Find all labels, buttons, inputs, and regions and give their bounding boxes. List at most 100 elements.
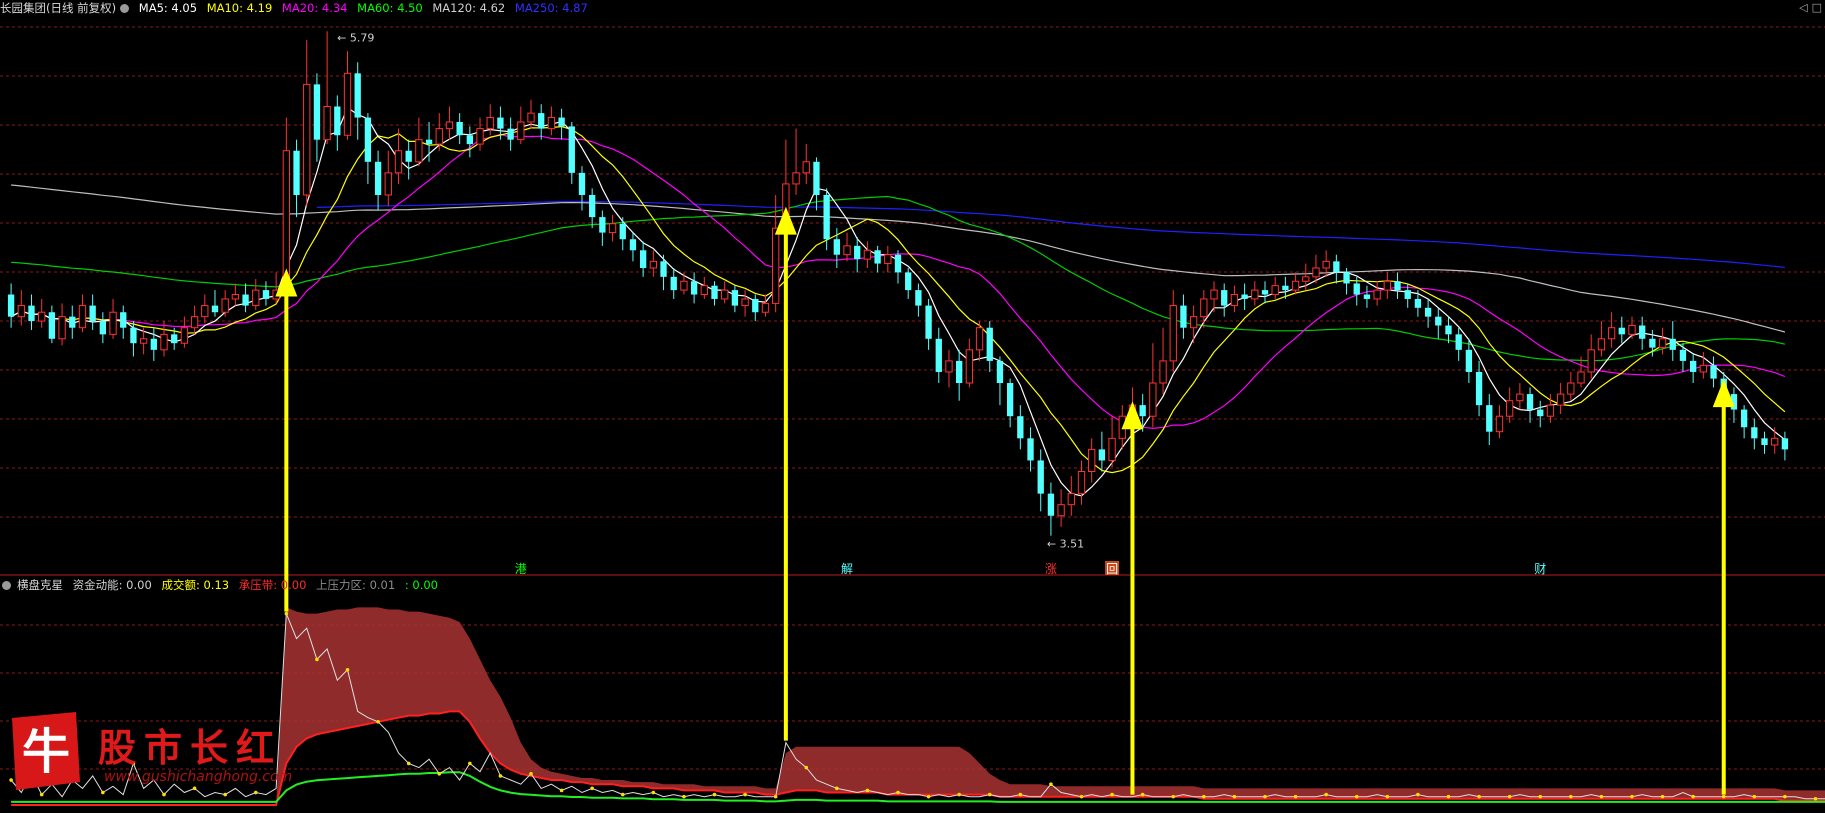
candle [58,303,66,346]
stock-chart[interactable]: ← 5.79 ← 3.51 港 解 涨 回 财 [0,0,1825,813]
candle-body [1373,289,1381,300]
turnover-dot [1202,794,1206,799]
candle-body [486,117,494,130]
indicator-gear-icon[interactable] [2,581,11,590]
ma250-line [316,200,1785,268]
candle-body [293,150,300,195]
candle [660,254,667,291]
candle-body [517,121,525,141]
candle [201,294,209,324]
collapse-icon[interactable]: ◁ [1799,1,1807,14]
candle [262,281,270,306]
candle-body [1556,393,1565,406]
turnover-dot [1385,794,1390,799]
ma10-label: MA10: 4.19 [206,1,273,15]
candle [1159,327,1167,395]
candle-body [996,360,1004,384]
turnover-dot [192,786,197,791]
candle [1567,371,1575,401]
candle-body [558,117,565,127]
turnover-dot [162,792,166,797]
fund-momentum-label: 资金动能: 0.00 [72,578,152,592]
candle [670,267,677,299]
candle-body [894,254,902,273]
candle [1047,482,1055,536]
ma20-label: MA20: 4.34 [281,1,348,15]
turnover-dot [987,792,992,797]
candle [109,298,117,339]
candle [1658,327,1667,355]
candle-body [741,298,749,307]
turnover-dot [804,765,809,770]
logo-text: 股市长红 [98,725,283,770]
event-marker: 港 [515,562,527,576]
candle [1679,343,1687,372]
settings-gear-icon[interactable] [120,4,130,13]
candle [445,106,454,140]
candle [1639,316,1646,350]
candle [854,237,861,273]
candle [1027,427,1034,472]
candle-body [1597,338,1606,351]
candle-body [956,360,963,384]
candle [1455,327,1462,361]
candle-body [813,161,820,195]
window-icon[interactable]: □ [1812,1,1822,14]
turnover-dot [1018,792,1023,797]
candle-body [497,117,504,129]
candle [486,104,494,136]
candle-body [1363,294,1371,299]
turnover-dot [1721,794,1726,799]
turnover-dot [498,774,503,778]
candle [1200,290,1208,328]
candle-body [1424,307,1432,317]
turnover-dot [437,772,442,776]
candle [1077,460,1086,505]
candle [160,321,168,357]
candle-body [1475,371,1483,406]
candle [1149,343,1157,428]
candle-body [1455,334,1462,350]
candle [568,121,575,184]
candle-body [445,121,454,130]
candle-body [1516,393,1524,402]
candle [1781,431,1789,461]
turnover-dot [712,792,717,797]
candle-body [1740,409,1748,428]
candle [1394,272,1401,299]
candle-body [211,305,219,313]
candle [1017,405,1024,450]
candle-body [680,280,688,291]
turnover-dot [101,790,105,795]
turnover-dot [1049,782,1053,786]
candle-body [1486,405,1493,432]
candle [1740,405,1748,439]
candle-body [1302,276,1310,282]
candle-body [17,305,25,318]
candle [354,62,361,140]
turnover-dot [1446,794,1451,799]
candle-body [1189,316,1198,329]
candle-body [1639,325,1646,339]
candle-body [1445,325,1452,335]
candle-body [1546,404,1555,417]
candle [721,281,729,304]
candle-body [1771,437,1779,446]
candle-body [364,117,372,162]
candle [599,210,606,246]
turnover-dot [1110,792,1114,797]
candle [89,294,96,330]
candle-body [1241,294,1248,299]
turnover-dot [1263,794,1267,799]
turnover-dot [1232,794,1237,799]
candle [394,128,403,184]
corner-controls: ◁ □ [1795,1,1822,14]
turnover-dot [1538,794,1543,799]
candle-body [599,217,606,233]
candle-body [78,305,87,329]
indicator-title: 横盘克星 [17,578,63,592]
candle [1333,254,1340,284]
candle-body [1353,283,1360,295]
candle [1189,305,1198,344]
candle [680,272,688,295]
